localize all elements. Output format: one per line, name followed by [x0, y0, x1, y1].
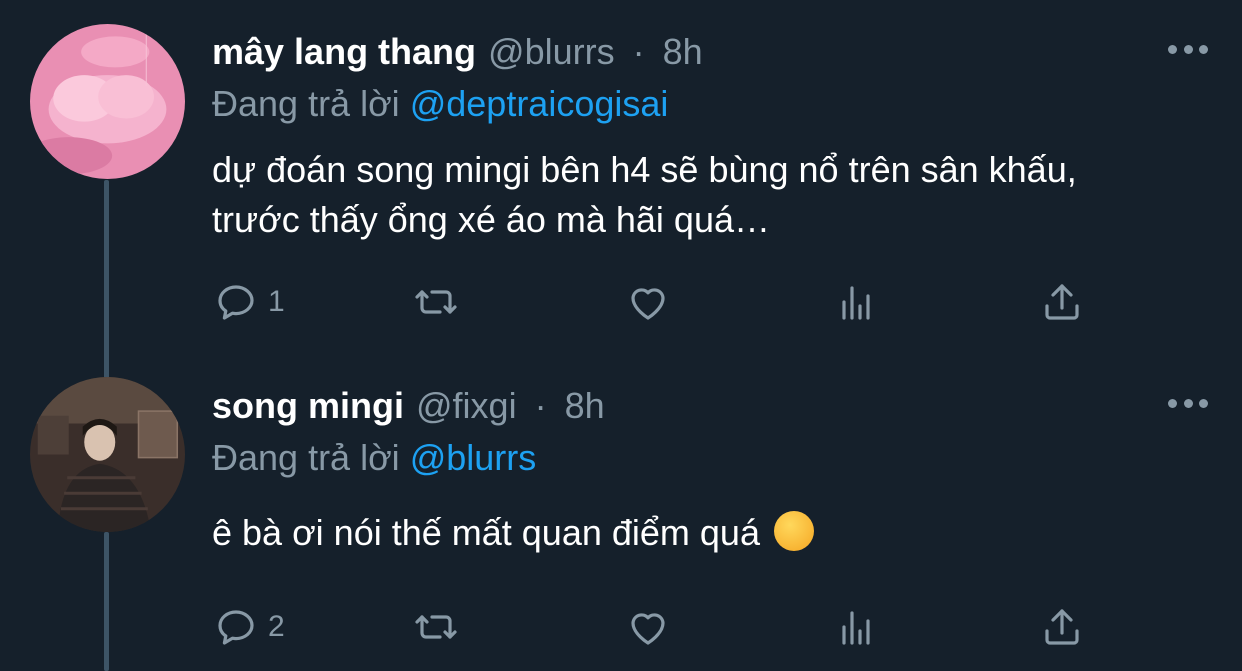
handle[interactable]: @fixgi	[416, 385, 517, 426]
display-name[interactable]: song mingi	[212, 385, 404, 426]
tweet-actions: 1	[212, 277, 1092, 327]
reply-context: Đang trả lời @deptraicogisai	[212, 82, 668, 126]
reply-prefix: Đang trả lời	[212, 437, 400, 478]
tweet-actions: 2	[212, 602, 1092, 652]
reply-count: 1	[268, 285, 285, 318]
separator: ·	[534, 385, 547, 426]
reply-to-mention[interactable]: @deptraicogisai	[410, 83, 669, 124]
pink-cloud-avatar	[30, 24, 185, 179]
share-icon	[1045, 284, 1079, 320]
retweet-icon	[415, 615, 457, 639]
separator: ·	[632, 31, 645, 72]
tweet[interactable]: mây lang thang @blurrs · 8h Đang trả lời …	[0, 0, 1242, 360]
tweet-text-container: ê bà ơi nói thế mất quan điểm quá	[212, 508, 1172, 558]
retweet-button[interactable]	[412, 602, 460, 652]
handle[interactable]: @blurrs	[488, 31, 615, 72]
analytics-icon	[842, 611, 870, 645]
reply-count: 2	[268, 610, 285, 643]
analytics-button[interactable]	[832, 602, 880, 652]
more-icon[interactable]	[1168, 43, 1208, 55]
reply-button[interactable]: 1	[212, 277, 285, 327]
heart-icon	[631, 613, 665, 645]
tweet-header: song mingi @fixgi · 8h	[212, 384, 605, 428]
reply-prefix: Đang trả lời	[212, 83, 400, 124]
share-icon	[1045, 609, 1079, 645]
retweet-icon	[415, 290, 457, 314]
timestamp[interactable]: 8h	[565, 385, 605, 426]
tweet[interactable]: song mingi @fixgi · 8h Đang trả lời @blur…	[0, 360, 1242, 671]
tweet-header: mây lang thang @blurrs · 8h	[212, 30, 703, 74]
analytics-icon	[842, 286, 870, 320]
avatar[interactable]	[30, 24, 185, 179]
like-button[interactable]	[624, 277, 672, 327]
retweet-button[interactable]	[412, 277, 460, 327]
reply-icon	[218, 610, 254, 645]
tweet-text: ê bà ơi nói thế mất quan điểm quá	[212, 512, 760, 553]
melting-face-emoji	[773, 511, 814, 552]
share-button[interactable]	[1038, 277, 1086, 327]
analytics-button[interactable]	[832, 277, 880, 327]
timestamp[interactable]: 8h	[663, 31, 703, 72]
avatar[interactable]	[30, 377, 185, 532]
reply-icon	[218, 285, 254, 320]
heart-icon	[631, 288, 665, 320]
tweet-text: dự đoán song mingi bên h4 sẽ bùng nổ trê…	[212, 149, 1077, 240]
reply-button[interactable]: 2	[212, 602, 285, 652]
more-icon[interactable]	[1168, 397, 1208, 409]
like-button[interactable]	[624, 602, 672, 652]
reply-context: Đang trả lời @blurrs	[212, 436, 536, 480]
display-name[interactable]: mây lang thang	[212, 31, 476, 72]
share-button[interactable]	[1038, 602, 1086, 652]
person-photo-avatar	[30, 377, 185, 532]
reply-to-mention[interactable]: @blurrs	[410, 437, 537, 478]
